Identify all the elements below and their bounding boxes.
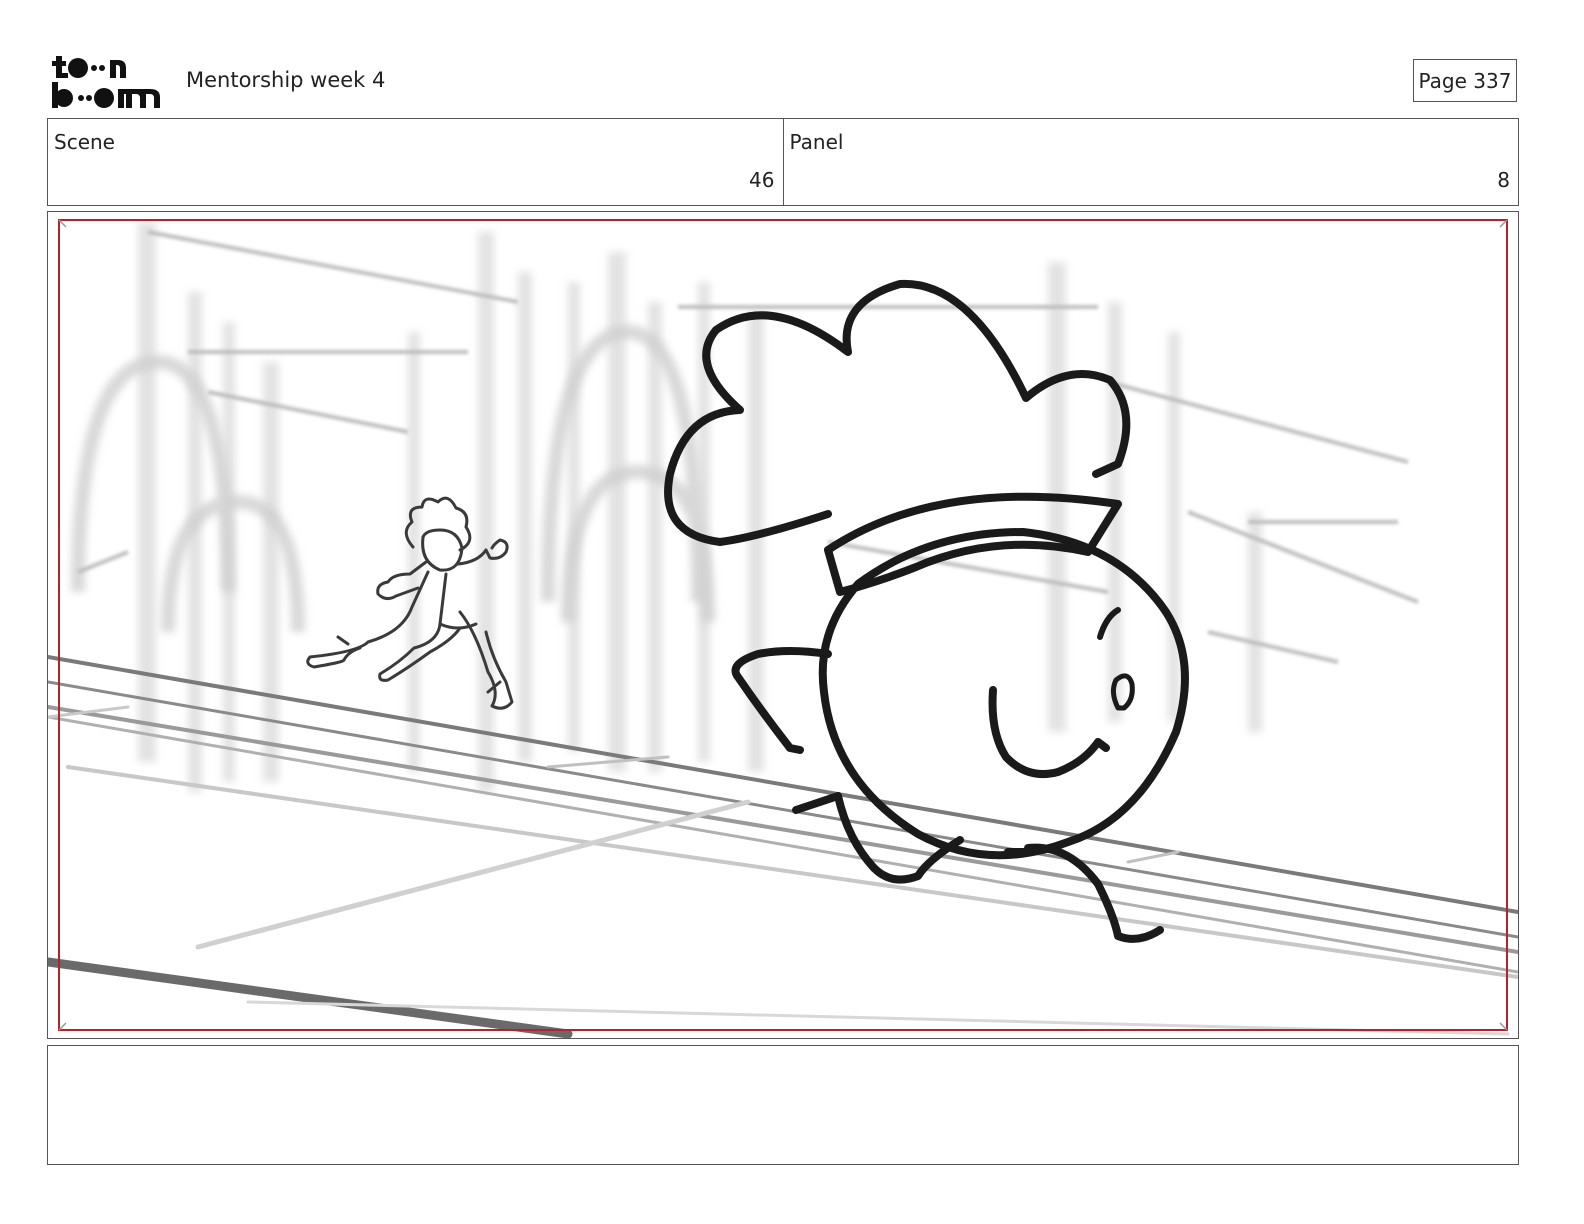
panel-drawing <box>48 219 1518 1038</box>
panel-value: 8 <box>1497 168 1510 192</box>
storyboard-panel <box>47 211 1519 1039</box>
notes-box[interactable] <box>47 1045 1519 1165</box>
document-title: Mentorship week 4 <box>186 68 386 92</box>
panel-cell: Panel 8 <box>782 119 1519 205</box>
panel-label: Panel <box>789 130 844 154</box>
page-number: Page 337 <box>1413 59 1517 102</box>
toon-boom-logo <box>52 56 160 108</box>
scene-panel-info: Scene 46 Panel 8 <box>47 118 1519 206</box>
scene-cell: Scene 46 <box>48 119 783 205</box>
scene-value: 46 <box>749 168 775 192</box>
scene-label: Scene <box>54 130 115 154</box>
